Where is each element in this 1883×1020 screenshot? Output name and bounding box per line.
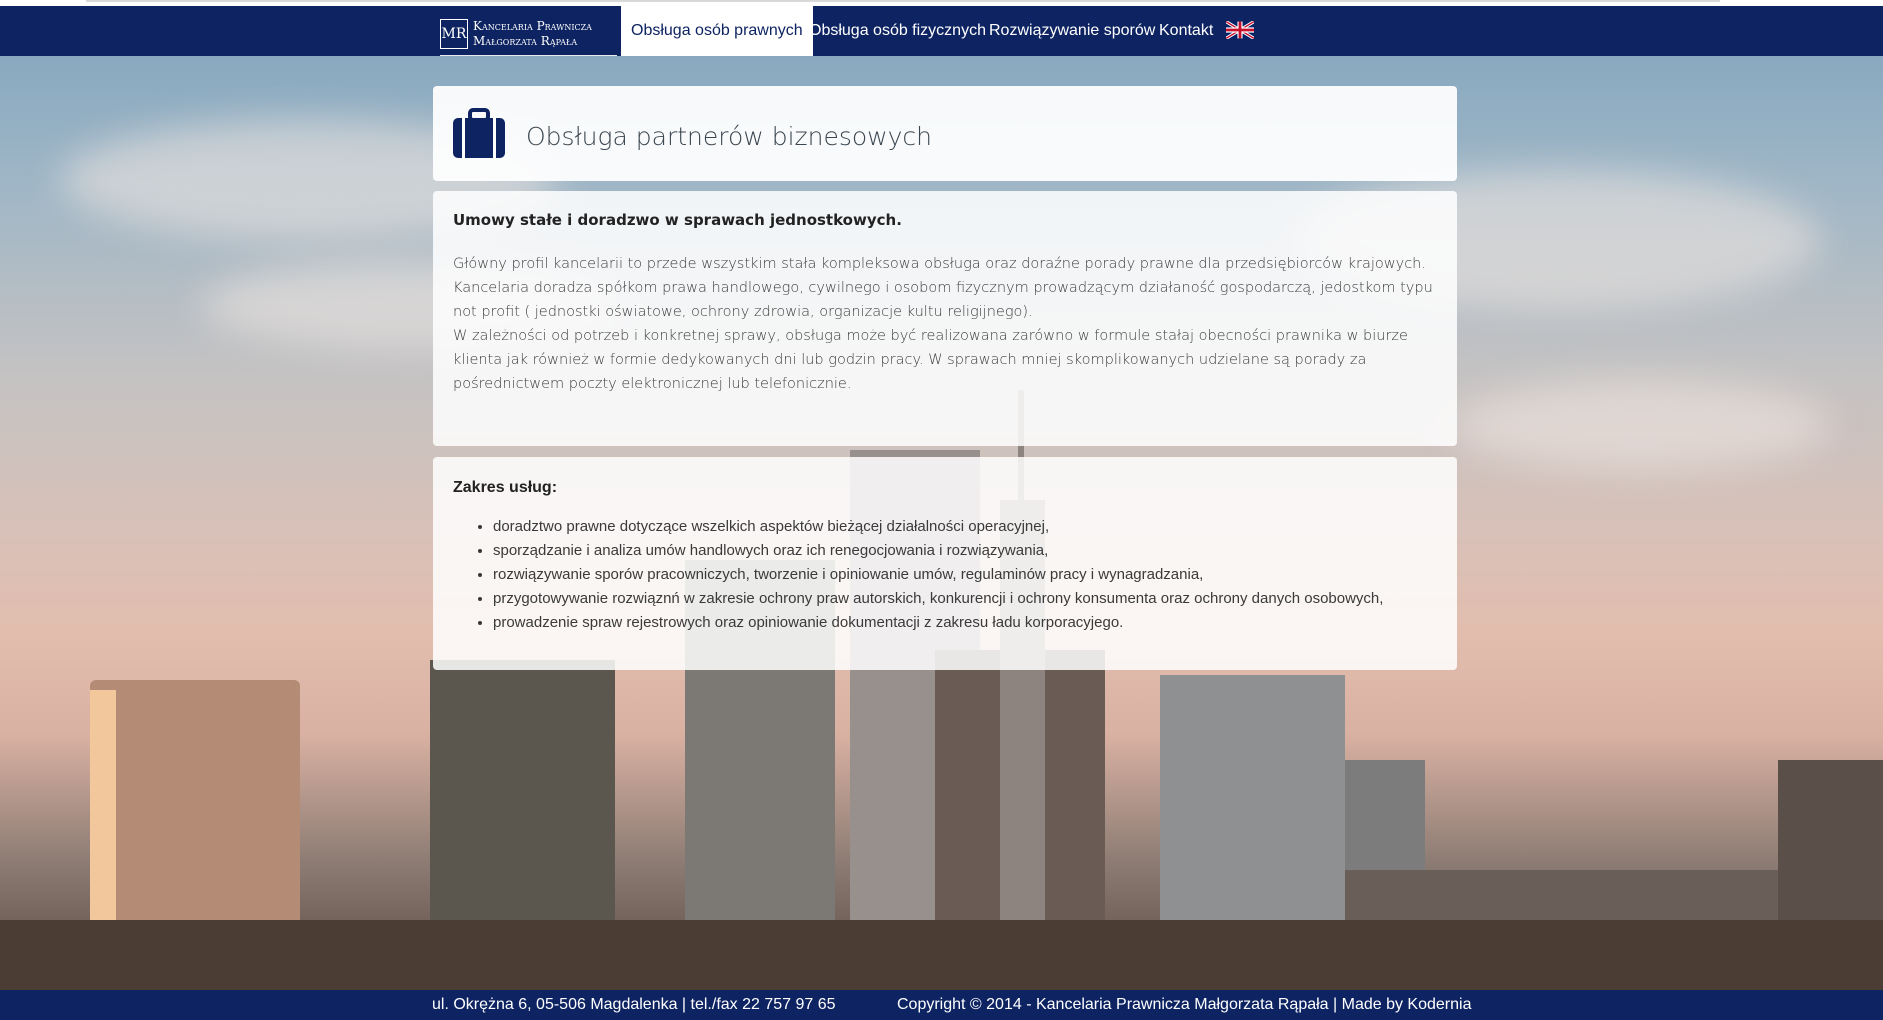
services-panel: Zakres usług: doradztwo prawne dotyczące… bbox=[433, 457, 1457, 670]
list-item: rozwiązywanie sporów pracowniczych, twor… bbox=[493, 563, 1437, 587]
logo-line-1: Kancelaria Prawnicza bbox=[473, 18, 592, 33]
intro-paragraph-2: Kancelaria doradza spółkom prawa handlow… bbox=[453, 280, 1433, 320]
logo-monogram-icon: MR bbox=[440, 18, 468, 49]
briefcase-icon bbox=[453, 108, 505, 158]
page-title-panel: Obsługa partnerów biznesowych bbox=[433, 86, 1457, 181]
logo-line-2: Małgorzata Rąpała bbox=[473, 33, 578, 48]
footer-copyright: Copyright © 2014 - Kancelaria Prawnicza … bbox=[897, 996, 1471, 1014]
list-item: sporządzanie i analiza umów handlowych o… bbox=[493, 539, 1437, 563]
top-divider bbox=[86, 0, 1720, 2]
nav-item-obsluga-osob-prawnych[interactable]: Obsługa osób prawnych bbox=[621, 6, 813, 56]
intro-heading: Umowy stałe i doradzwo w sprawach jednos… bbox=[453, 211, 902, 229]
site-logo[interactable]: MR Kancelaria Prawnicza Małgorzata Rąpał… bbox=[440, 12, 617, 56]
page-title: Obsługa partnerów biznesowych bbox=[526, 122, 933, 151]
kodernia-link[interactable]: Kodernia bbox=[1407, 996, 1471, 1013]
services-list: doradztwo prawne dotyczące wszelkich asp… bbox=[493, 515, 1437, 635]
intro-panel: Umowy stałe i doradzwo w sprawach jednos… bbox=[433, 191, 1457, 446]
uk-flag-icon[interactable] bbox=[1226, 21, 1254, 39]
nav-item-kontakt[interactable]: Kontakt bbox=[1159, 6, 1213, 56]
logo-text: Kancelaria Prawnicza Małgorzata Rąpała bbox=[473, 19, 592, 49]
intro-paragraph-1: Główny profil kancelarii to przede wszys… bbox=[453, 256, 1426, 272]
nav-item-rozwiazywanie-sporow[interactable]: Rozwiązywanie sporów bbox=[989, 6, 1155, 56]
page-footer: ul. Okrężna 6, 05-506 Magdalenka | tel./… bbox=[0, 990, 1883, 1020]
footer-address: ul. Okrężna 6, 05-506 Magdalenka | tel./… bbox=[432, 996, 836, 1013]
intro-paragraph-3: W zależności od potrzeb i konkretnej spr… bbox=[453, 328, 1408, 392]
nav-item-obsluga-osob-fizycznych[interactable]: Obsługa osób fizycznych bbox=[809, 6, 986, 56]
list-item: przygotowywanie rozwiąznń w zakresie och… bbox=[493, 587, 1437, 611]
copyright-text: Copyright © 2014 - Kancelaria Prawnicza … bbox=[897, 996, 1408, 1013]
services-heading: Zakres usług: bbox=[453, 479, 558, 496]
list-item: doradztwo prawne dotyczące wszelkich asp… bbox=[493, 515, 1437, 539]
main-navbar: MR Kancelaria Prawnicza Małgorzata Rąpał… bbox=[0, 6, 1883, 56]
list-item: prowadzenie spraw rejestrowych oraz opin… bbox=[493, 611, 1437, 635]
